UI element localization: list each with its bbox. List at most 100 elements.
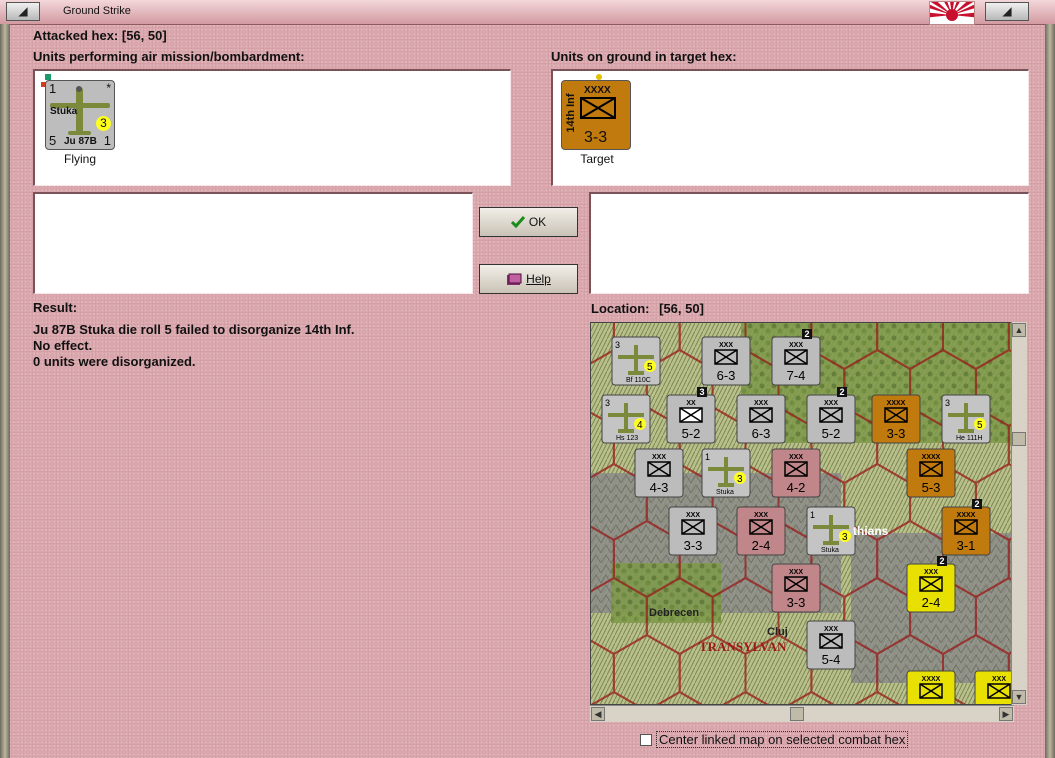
ground-units-panel: 14th Inf XXXX 3-3 Target — [551, 69, 1029, 186]
map-ground-counter[interactable]: XXX 6-3 — [701, 336, 751, 386]
scroll-up-button[interactable]: ▲ — [1012, 323, 1026, 337]
air-counter-value: 3 — [737, 474, 743, 485]
air-counter-type: Hs 123 — [616, 435, 638, 442]
counter-strength: 7-4 — [787, 368, 806, 383]
check-icon — [510, 216, 525, 228]
air-counter-top: 3 — [605, 398, 610, 408]
counter-size: XXX — [789, 454, 803, 461]
stuka-name: Stuka — [50, 106, 78, 117]
map-air-counter[interactable]: 5 Bf 110C 3 — [611, 336, 661, 386]
map-label-cluj: Cluj — [767, 626, 788, 638]
map-label-debrecen: Debrecen — [649, 607, 699, 619]
map-ground-counter[interactable]: XXXX 5-3 — [906, 448, 956, 498]
map-label-carpathians: thians — [853, 524, 889, 538]
map-ground-counter[interactable]: XXX 2-4 2 — [906, 556, 956, 613]
ok-button[interactable]: OK — [479, 207, 578, 237]
counter-size: XXX — [824, 400, 838, 407]
counter-strength: 6-3 — [752, 426, 771, 441]
right-frame — [1045, 24, 1055, 758]
stuka-bottom-right: 1 — [103, 133, 111, 148]
scroll-down-button[interactable]: ▼ — [1012, 690, 1026, 704]
stack-count: 2 — [839, 387, 844, 397]
result-line-1: Ju 87B Stuka die roll 5 failed to disorg… — [33, 322, 355, 337]
map-horizontal-scrollbar[interactable]: ◀ ▶ — [590, 705, 1014, 722]
map-air-counter[interactable]: 5 He 111H 3 — [941, 394, 991, 444]
scroll-right-button[interactable]: ▶ — [999, 707, 1013, 721]
map-ground-counter[interactable]: XXX 6-3 — [736, 394, 786, 444]
counter-size: XXXX — [922, 454, 941, 461]
ground-results-panel — [589, 192, 1029, 294]
counter-strength: 3-3 — [684, 538, 703, 553]
air-unit-stuka[interactable]: 1 * Stuka 3 5 Ju 87B 1 Flying — [41, 74, 115, 166]
counter-strength: 4-3 — [650, 480, 669, 495]
air-units-heading: Units performing air mission/bombardment… — [33, 49, 305, 64]
center-map-option[interactable]: Center linked map on selected combat hex — [640, 731, 909, 748]
counter-strength: 3-1 — [957, 538, 976, 553]
attacked-hex-value: [56, 50] — [121, 28, 167, 43]
map-air-counter[interactable]: 4 Hs 123 3 — [601, 394, 651, 444]
counter-strength: 2-4 — [922, 595, 941, 610]
map-ground-counter[interactable]: XXXX 3-1 2 — [941, 499, 991, 556]
horizontal-scroll-thumb[interactable] — [790, 707, 804, 721]
map-ground-counter[interactable]: XXXX 3-3 — [871, 394, 921, 444]
stuka-star: * — [106, 81, 111, 95]
help-label: Help — [526, 272, 551, 286]
result-heading: Result: — [33, 300, 78, 315]
vertical-scroll-thumb[interactable] — [1012, 432, 1026, 446]
counter-size: XXX — [754, 400, 768, 407]
map-ground-counter[interactable]: XXX — [974, 670, 1014, 705]
map-air-counter[interactable]: 3Stuka 1 — [806, 506, 856, 556]
help-button[interactable]: Help — [479, 264, 578, 294]
ok-label: OK — [528, 215, 547, 229]
stuka-badge: 3 — [96, 116, 111, 131]
counter-strength: 5-4 — [822, 652, 841, 667]
center-map-checkbox[interactable] — [640, 733, 652, 746]
counter-size: XXXX — [922, 676, 941, 683]
map-air-counter[interactable]: 3Stuka 1 — [701, 448, 751, 498]
map-ground-counter[interactable]: XXX 2-4 — [736, 506, 786, 556]
counter-strength: 5-2 — [822, 426, 841, 441]
counter-strength: 4-2 — [787, 480, 806, 495]
map-ground-counter[interactable]: XX 5-2 3 — [666, 387, 716, 444]
counter-size: XXX — [992, 676, 1006, 683]
title-bar: ◢ Ground Strike ◢ — [0, 0, 1055, 25]
map-ground-counter[interactable]: XXX 4-2 — [771, 448, 821, 498]
air-counter-type: He 111H — [956, 435, 983, 442]
air-counter-top: 1 — [810, 510, 815, 520]
infantry-symbol-icon — [580, 97, 616, 119]
result-line-3: 0 units were disorganized. — [33, 354, 196, 369]
ground-unit-14th-inf[interactable]: 14th Inf XXXX 3-3 Target — [559, 74, 631, 166]
inf-counter: 14th Inf XXXX 3-3 — [561, 80, 631, 150]
stack-count: 2 — [804, 329, 809, 339]
window-menu-button[interactable]: ◢ — [6, 2, 40, 21]
air-counter-type: Stuka — [716, 489, 734, 496]
location-map[interactable]: 5 Bf 110C 3 XXX 6-3 XXX 7-4 2 4 Hs 123 3 XX 5-2 3 XXX 6… — [590, 322, 1014, 705]
counter-size: XXX — [719, 342, 733, 349]
map-ground-counter[interactable]: XXX 3-3 — [668, 506, 718, 556]
inf-size: XXXX — [584, 85, 611, 96]
window-title: Ground Strike — [63, 5, 131, 17]
counter-size: XXX — [824, 626, 838, 633]
counter-strength: 3-3 — [887, 426, 906, 441]
minimize-button[interactable]: ◢ — [985, 2, 1029, 21]
map-ground-counter[interactable]: XXX 3-3 — [771, 563, 821, 613]
counter-size: XXX — [924, 569, 938, 576]
inf-status: Target — [580, 152, 614, 166]
counter-size: XX — [686, 400, 696, 407]
counter-strength: 2-4 — [752, 538, 771, 553]
map-ground-counter[interactable]: XXXX — [906, 670, 956, 705]
scroll-left-button[interactable]: ◀ — [591, 707, 605, 721]
result-line-2: No effect. — [33, 338, 93, 353]
map-ground-counter[interactable]: XXX 4-3 — [634, 448, 684, 498]
air-counter-top: 1 — [705, 452, 710, 462]
hex-map: 5Bf 110C3 XXX6-3XXX7-424Hs 1233 XX5-23XXX6… — [591, 323, 1014, 705]
map-vertical-scrollbar[interactable]: ▲ ▼ — [1011, 322, 1027, 705]
air-counter-top: 3 — [945, 398, 950, 408]
inf-strength: 3-3 — [584, 129, 608, 146]
ground-units-heading: Units on ground in target hex: — [551, 49, 737, 64]
map-ground-counter[interactable]: XXX 5-2 2 — [806, 387, 856, 444]
map-ground-counter[interactable]: XXX 7-4 2 — [771, 329, 821, 386]
counter-size: XXX — [754, 512, 768, 519]
map-ground-counter[interactable]: XXX 5-4 — [806, 620, 856, 670]
counter-size: XXX — [686, 512, 700, 519]
